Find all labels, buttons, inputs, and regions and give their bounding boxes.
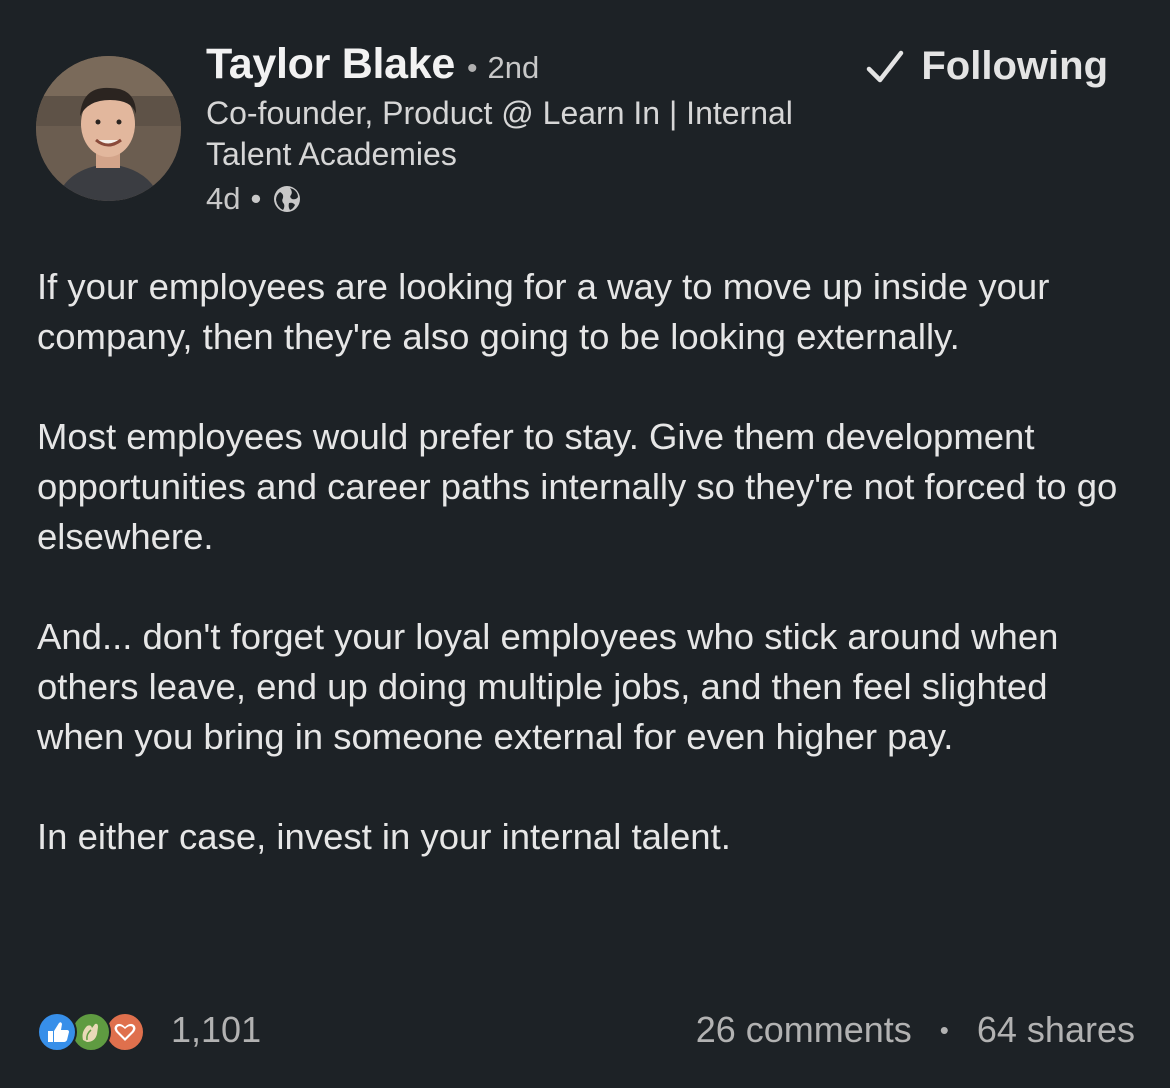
comments-count-link[interactable]: 26 comments — [696, 1009, 912, 1051]
post-paragraph: If your employees are looking for a way … — [37, 266, 1050, 357]
post-meta: 4d • — [206, 177, 826, 221]
connection-degree: 2nd — [487, 50, 540, 85]
check-icon — [865, 47, 905, 87]
reaction-count: 1,101 — [171, 1009, 262, 1050]
post-text: If your employees are looking for a way … — [37, 262, 1137, 912]
shares-count-link[interactable]: 64 shares — [977, 1009, 1135, 1051]
celebrate-icon — [71, 1012, 111, 1052]
author-name-row: Taylor Blake • 2nd — [206, 40, 826, 89]
post-time: 4d — [206, 181, 241, 216]
globe-icon — [271, 183, 303, 215]
engagement-counts: 26 comments • 64 shares — [696, 1009, 1135, 1051]
post-paragraph: Most employees would prefer to stay. Giv… — [37, 416, 1118, 557]
author-headline: Co-founder, Product @ Learn In | Interna… — [206, 95, 793, 172]
post-paragraph: In either case, invest in your internal … — [37, 816, 731, 857]
post-author-info: Taylor Blake • 2nd Co-founder, Product @… — [206, 40, 826, 221]
following-button[interactable]: Following — [865, 44, 1108, 89]
feed-post: Taylor Blake • 2nd Co-founder, Product @… — [0, 0, 1170, 1088]
reactions-summary[interactable]: 1,101 — [37, 1008, 261, 1052]
post-paragraph: And... don't forget your loyal employees… — [37, 616, 1059, 757]
following-label: Following — [921, 44, 1108, 88]
separator-dot: • — [939, 1014, 949, 1045]
social-counts-bar: 1,101 26 comments • 64 shares — [37, 1005, 1135, 1055]
separator-dot: • — [250, 181, 262, 216]
reaction-icons — [37, 1008, 155, 1052]
like-icon — [37, 1012, 77, 1052]
author-name[interactable]: Taylor Blake — [206, 40, 455, 89]
separator-dot: • — [466, 52, 478, 85]
love-icon — [105, 1012, 145, 1052]
avatar[interactable] — [36, 56, 181, 201]
